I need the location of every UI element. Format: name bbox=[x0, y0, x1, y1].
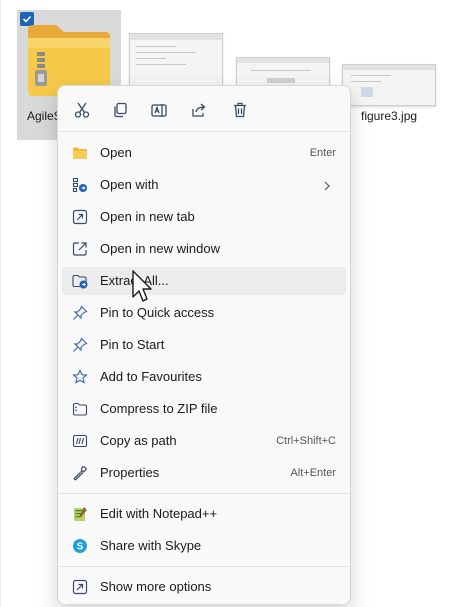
pin-icon bbox=[72, 337, 88, 353]
menu-item-label: Open in new tab bbox=[100, 209, 195, 224]
menu-item-label: Pin to Quick access bbox=[100, 305, 215, 320]
menu-item-pin-to-start[interactable]: Pin to Start bbox=[62, 331, 346, 359]
new-tab-icon bbox=[72, 209, 88, 225]
menu-item-label: Open with bbox=[100, 177, 159, 192]
wrench-icon bbox=[72, 465, 88, 481]
menu-separator bbox=[58, 566, 350, 567]
zip-icon bbox=[72, 401, 88, 417]
chevron-right-icon bbox=[322, 179, 332, 191]
menu-item-share-with-skype[interactable]: S Share with Skype bbox=[62, 532, 346, 560]
menu-separator bbox=[58, 131, 350, 132]
menu-item-add-to-favourites[interactable]: Add to Favourites bbox=[62, 363, 346, 391]
rename-button[interactable] bbox=[143, 94, 175, 126]
menu-item-label: Copy as path bbox=[100, 433, 177, 448]
copy-path-icon bbox=[72, 433, 88, 449]
skype-icon: S bbox=[72, 538, 88, 554]
folder-icon bbox=[72, 145, 88, 161]
menu-item-shortcut: Enter bbox=[309, 147, 336, 159]
notepad-plus-plus-icon bbox=[72, 506, 88, 522]
open-with-icon bbox=[72, 177, 88, 193]
extract-icon bbox=[72, 273, 88, 289]
menu-item-label: Properties bbox=[100, 465, 160, 480]
menu-item-shortcut: Ctrl+Shift+C bbox=[276, 435, 336, 447]
menu-item-compress-to-zip[interactable]: Compress to ZIP file bbox=[62, 395, 346, 423]
quick-action-bar bbox=[58, 94, 350, 126]
more-options-icon bbox=[72, 579, 88, 595]
context-menu: Open Enter Open with Open in new tab Ope… bbox=[57, 85, 351, 605]
delete-button[interactable] bbox=[224, 94, 256, 126]
mouse-cursor-icon bbox=[132, 270, 152, 302]
file-name-figure3: figure3.jpg bbox=[361, 109, 418, 123]
menu-item-label: Pin to Start bbox=[100, 337, 165, 352]
scissors-icon bbox=[74, 102, 90, 118]
menu-item-label: Add to Favourites bbox=[100, 369, 202, 384]
menu-item-copy-as-path[interactable]: Copy as path Ctrl+Shift+C bbox=[62, 427, 346, 455]
menu-item-extract-all[interactable]: Extract All... bbox=[62, 267, 346, 295]
menu-item-open[interactable]: Open Enter bbox=[62, 139, 346, 167]
menu-item-open-in-new-window[interactable]: Open in new window bbox=[62, 235, 346, 263]
copy-icon bbox=[114, 102, 127, 118]
copy-button[interactable] bbox=[104, 94, 136, 126]
trash-icon bbox=[234, 102, 246, 118]
menu-item-label: Edit with Notepad++ bbox=[100, 506, 218, 521]
menu-item-label: Compress to ZIP file bbox=[100, 401, 218, 416]
file-thumbnail-screenshot-1[interactable] bbox=[129, 33, 223, 88]
pin-icon bbox=[72, 305, 88, 321]
menu-item-label: Open bbox=[100, 145, 132, 160]
share-button[interactable] bbox=[183, 94, 215, 126]
menu-item-edit-with-notepad-plus-plus[interactable]: Edit with Notepad++ bbox=[62, 500, 346, 528]
menu-item-open-with[interactable]: Open with bbox=[62, 171, 346, 199]
svg-text:S: S bbox=[77, 542, 84, 553]
file-thumbnail-figure3[interactable] bbox=[342, 64, 436, 106]
menu-item-pin-to-quick-access[interactable]: Pin to Quick access bbox=[62, 299, 346, 327]
menu-item-label: Open in new window bbox=[100, 241, 220, 256]
share-icon bbox=[192, 103, 206, 117]
new-window-icon bbox=[72, 241, 88, 257]
menu-item-properties[interactable]: Properties Alt+Enter bbox=[62, 459, 346, 487]
menu-item-label: Show more options bbox=[100, 579, 212, 594]
menu-item-label: Share with Skype bbox=[100, 538, 202, 553]
menu-item-open-in-new-tab[interactable]: Open in new tab bbox=[62, 203, 346, 231]
file-thumbnail-screenshot-2[interactable] bbox=[236, 57, 330, 88]
rename-icon bbox=[151, 104, 167, 117]
menu-separator bbox=[58, 493, 350, 494]
star-icon bbox=[72, 369, 88, 385]
menu-item-show-more-options[interactable]: Show more options bbox=[62, 573, 346, 601]
menu-item-shortcut: Alt+Enter bbox=[290, 467, 336, 479]
cut-button[interactable] bbox=[66, 94, 98, 126]
